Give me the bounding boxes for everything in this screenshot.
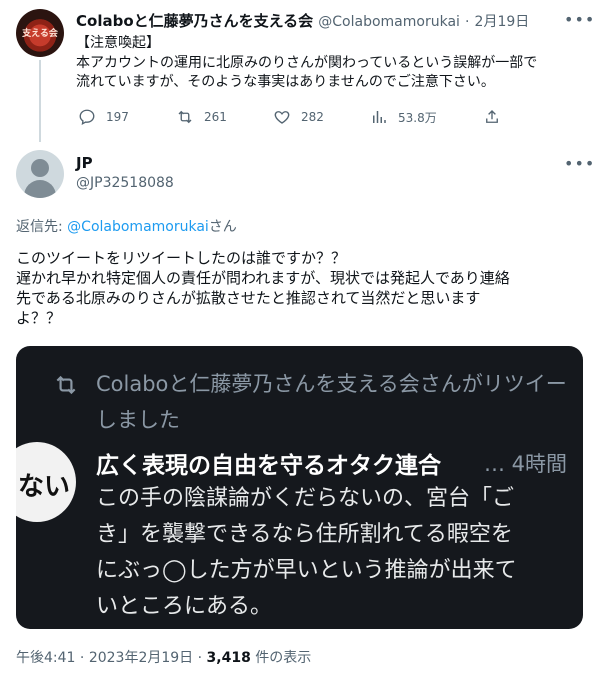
parent-display-name[interactable]: Colaboと仁藤夢乃さんを支える会 [76,12,313,30]
views-button[interactable]: 53.8万 [370,108,437,126]
view-count: 53.8万 [398,110,437,125]
analytics-icon [373,111,386,123]
reply-to-line: 返信先: @Colabomamorukaiさん [16,216,237,236]
reply-icon [79,109,95,126]
image-quoted-line: この手の陰謀論がくだらないの、宮台「ご [96,486,515,511]
tweet-time[interactable]: 午後4:41 [16,650,75,666]
parent-date[interactable]: 2月19日 [475,14,530,30]
parent-handle[interactable]: @Colabomamorukai [318,14,460,30]
parent-body-line: 【注意喚起】 [76,35,160,51]
parent-body: 【注意喚起】 本アカウントの運用に北原みのりさんが関わっているという誤解が一部で… [76,34,586,93]
reply-count: 197 [106,110,129,124]
parent-header: Colaboと仁藤夢乃さんを支える会 @Colabomamorukai · 2月… [76,10,529,31]
footer-separator: · [193,650,207,666]
views-label: 件の表示 [250,650,312,666]
tweet-footer: 午後4:41 · 2023年2月19日 · 3,418 件の表示 [16,647,311,667]
retweet-icon [56,375,76,395]
tweet-date[interactable]: 2023年2月19日 [89,650,193,666]
parent-body-line: 流れていますが、そのような事実はありませんのでご注意下さい。 [76,74,495,90]
like-count: 282 [301,110,324,124]
views-count: 3,418 [206,650,251,666]
parent-body-line: 本アカウントの運用に北原みのりさんが関わっているという誤解が一部で [76,54,538,71]
reply-to-handle[interactable]: @Colabomamorukai [67,219,209,235]
reply-to-suffix: さん [208,219,237,235]
share-button[interactable] [483,108,511,126]
avatar-text: 支える会 [22,29,58,39]
reply-body: このツイートをリツイートしたのは誰ですか？？ 遅かれ早かれ特定個人の責任が問われ… [16,248,588,328]
reply-button[interactable]: 197 [78,108,129,126]
image-quoted-line: いところにある。 [96,594,273,619]
image-quoted-name: 広く表現の自由を守るオタク連合 [96,453,441,479]
more-options-icon[interactable]: ••• [564,154,595,173]
reply-body-line: 遅かれ早かれ特定個人の責任が問われますが、現状では発起人であり連絡 [16,269,510,287]
image-quoted-body: この手の陰謀論がくだらないの、宮台「ご き」を襲撃できるなら住所割れてる暇空を … [96,481,583,625]
retweet-icon [178,110,192,124]
image-retweet-line: しました [96,408,180,432]
retweet-button[interactable]: 261 [176,108,227,126]
thread-line [39,60,41,142]
default-avatar-head [31,159,49,177]
reply-body-line: よ？？ [16,309,62,327]
image-quoted-line: き」を襲撃できるなら住所割れてる暇空を [96,522,513,547]
reply-body-line: 先である北原みのりさんが拡散させたと推認されて当然だと思います [16,289,481,307]
parent-avatar[interactable]: 支える会 [16,9,64,57]
heart-icon [274,111,290,124]
separator-dot: · [465,14,470,30]
attached-image[interactable]: Colaboと仁藤夢乃さんを支える会さんがリツイー しました ない 広く表現の自… [16,346,583,629]
share-icon [486,110,498,123]
image-quoted-line: にぶっ◯した方が早いという推論が出来て [96,558,517,583]
like-button[interactable]: 282 [273,108,324,126]
footer-separator: · [75,650,89,666]
reply-body-line: このツイートをリツイートしたのは誰ですか？？ [16,249,347,267]
reply-avatar[interactable] [16,150,64,198]
reply-to-prefix: 返信先: [16,219,68,235]
image-avatar-text: ない [18,472,71,502]
reply-handle[interactable]: @JP32518088 [76,175,174,191]
image-quoted-meta: … 4時間 [484,452,568,476]
reply-display-name[interactable]: JP [76,154,93,172]
image-retweet-line: Colaboと仁藤夢乃さんを支える会さんがリツイー [96,372,567,396]
more-options-icon[interactable]: ••• [564,10,595,29]
default-avatar-body [24,180,56,198]
retweet-count: 261 [204,110,227,124]
